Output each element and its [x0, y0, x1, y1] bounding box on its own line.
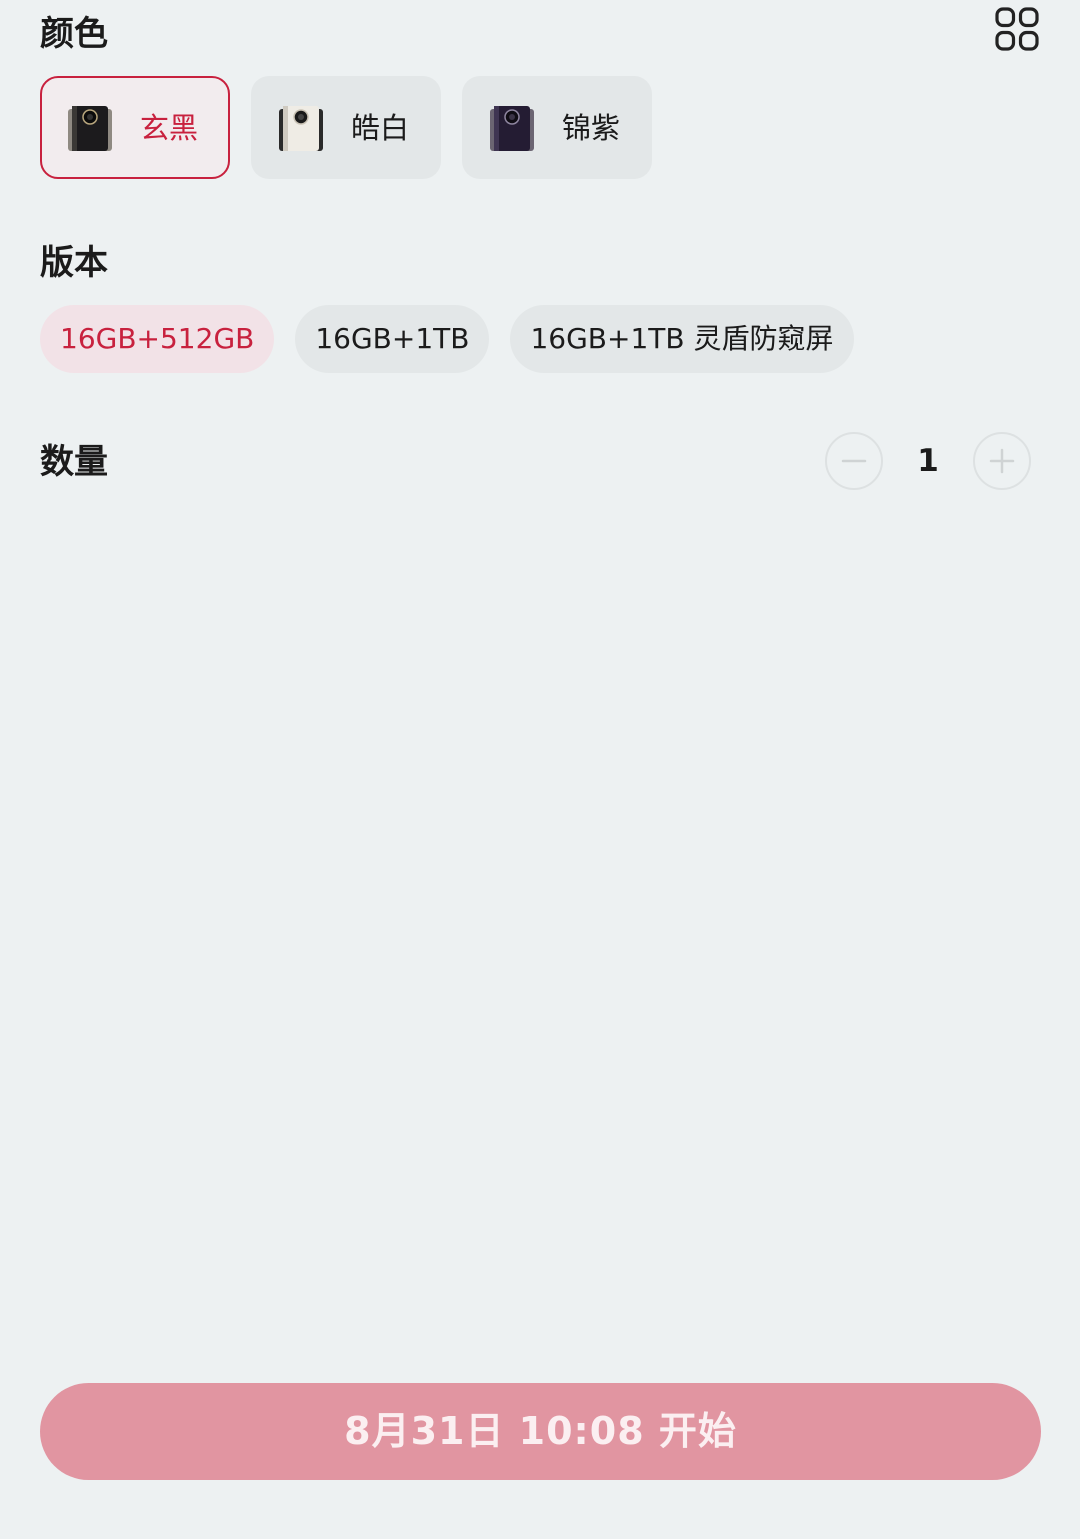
color-label: 锦紫	[562, 110, 621, 145]
version-options: 16GB+512GB 16GB+1TB 16GB+1TB 灵盾防窥屏	[40, 305, 854, 373]
quantity-value: 1	[917, 443, 939, 479]
color-option-black[interactable]: 玄黑	[40, 76, 230, 179]
color-option-purple[interactable]: 锦紫	[462, 76, 652, 179]
grid-view-icon	[995, 7, 1039, 51]
quantity-section-title: 数量	[40, 442, 108, 482]
plus-icon	[989, 448, 1015, 474]
phone-black-thumbnail	[68, 105, 112, 151]
version-option-16gb-1tb[interactable]: 16GB+1TB	[295, 305, 490, 373]
color-label: 皓白	[351, 110, 410, 145]
phone-white-thumbnail	[279, 105, 323, 151]
color-section-title: 颜色	[40, 14, 108, 54]
decrement-button[interactable]	[825, 432, 883, 490]
version-option-16gb-512gb[interactable]: 16GB+512GB	[40, 305, 275, 373]
color-label: 玄黑	[140, 110, 199, 145]
version-section-title: 版本	[40, 243, 108, 283]
start-sale-button[interactable]: 8月31日 10:08 开始	[40, 1383, 1041, 1480]
minus-icon	[841, 459, 867, 463]
version-option-16gb-1tb-privacy-screen[interactable]: 16GB+1TB 灵盾防窥屏	[510, 305, 854, 373]
color-options: 玄黑 皓白 锦紫	[40, 76, 652, 179]
phone-purple-thumbnail	[490, 105, 534, 151]
quantity-stepper: 1	[825, 432, 1031, 490]
increment-button[interactable]	[973, 432, 1031, 490]
grid-view-button[interactable]	[994, 6, 1040, 52]
color-option-white[interactable]: 皓白	[251, 76, 441, 179]
